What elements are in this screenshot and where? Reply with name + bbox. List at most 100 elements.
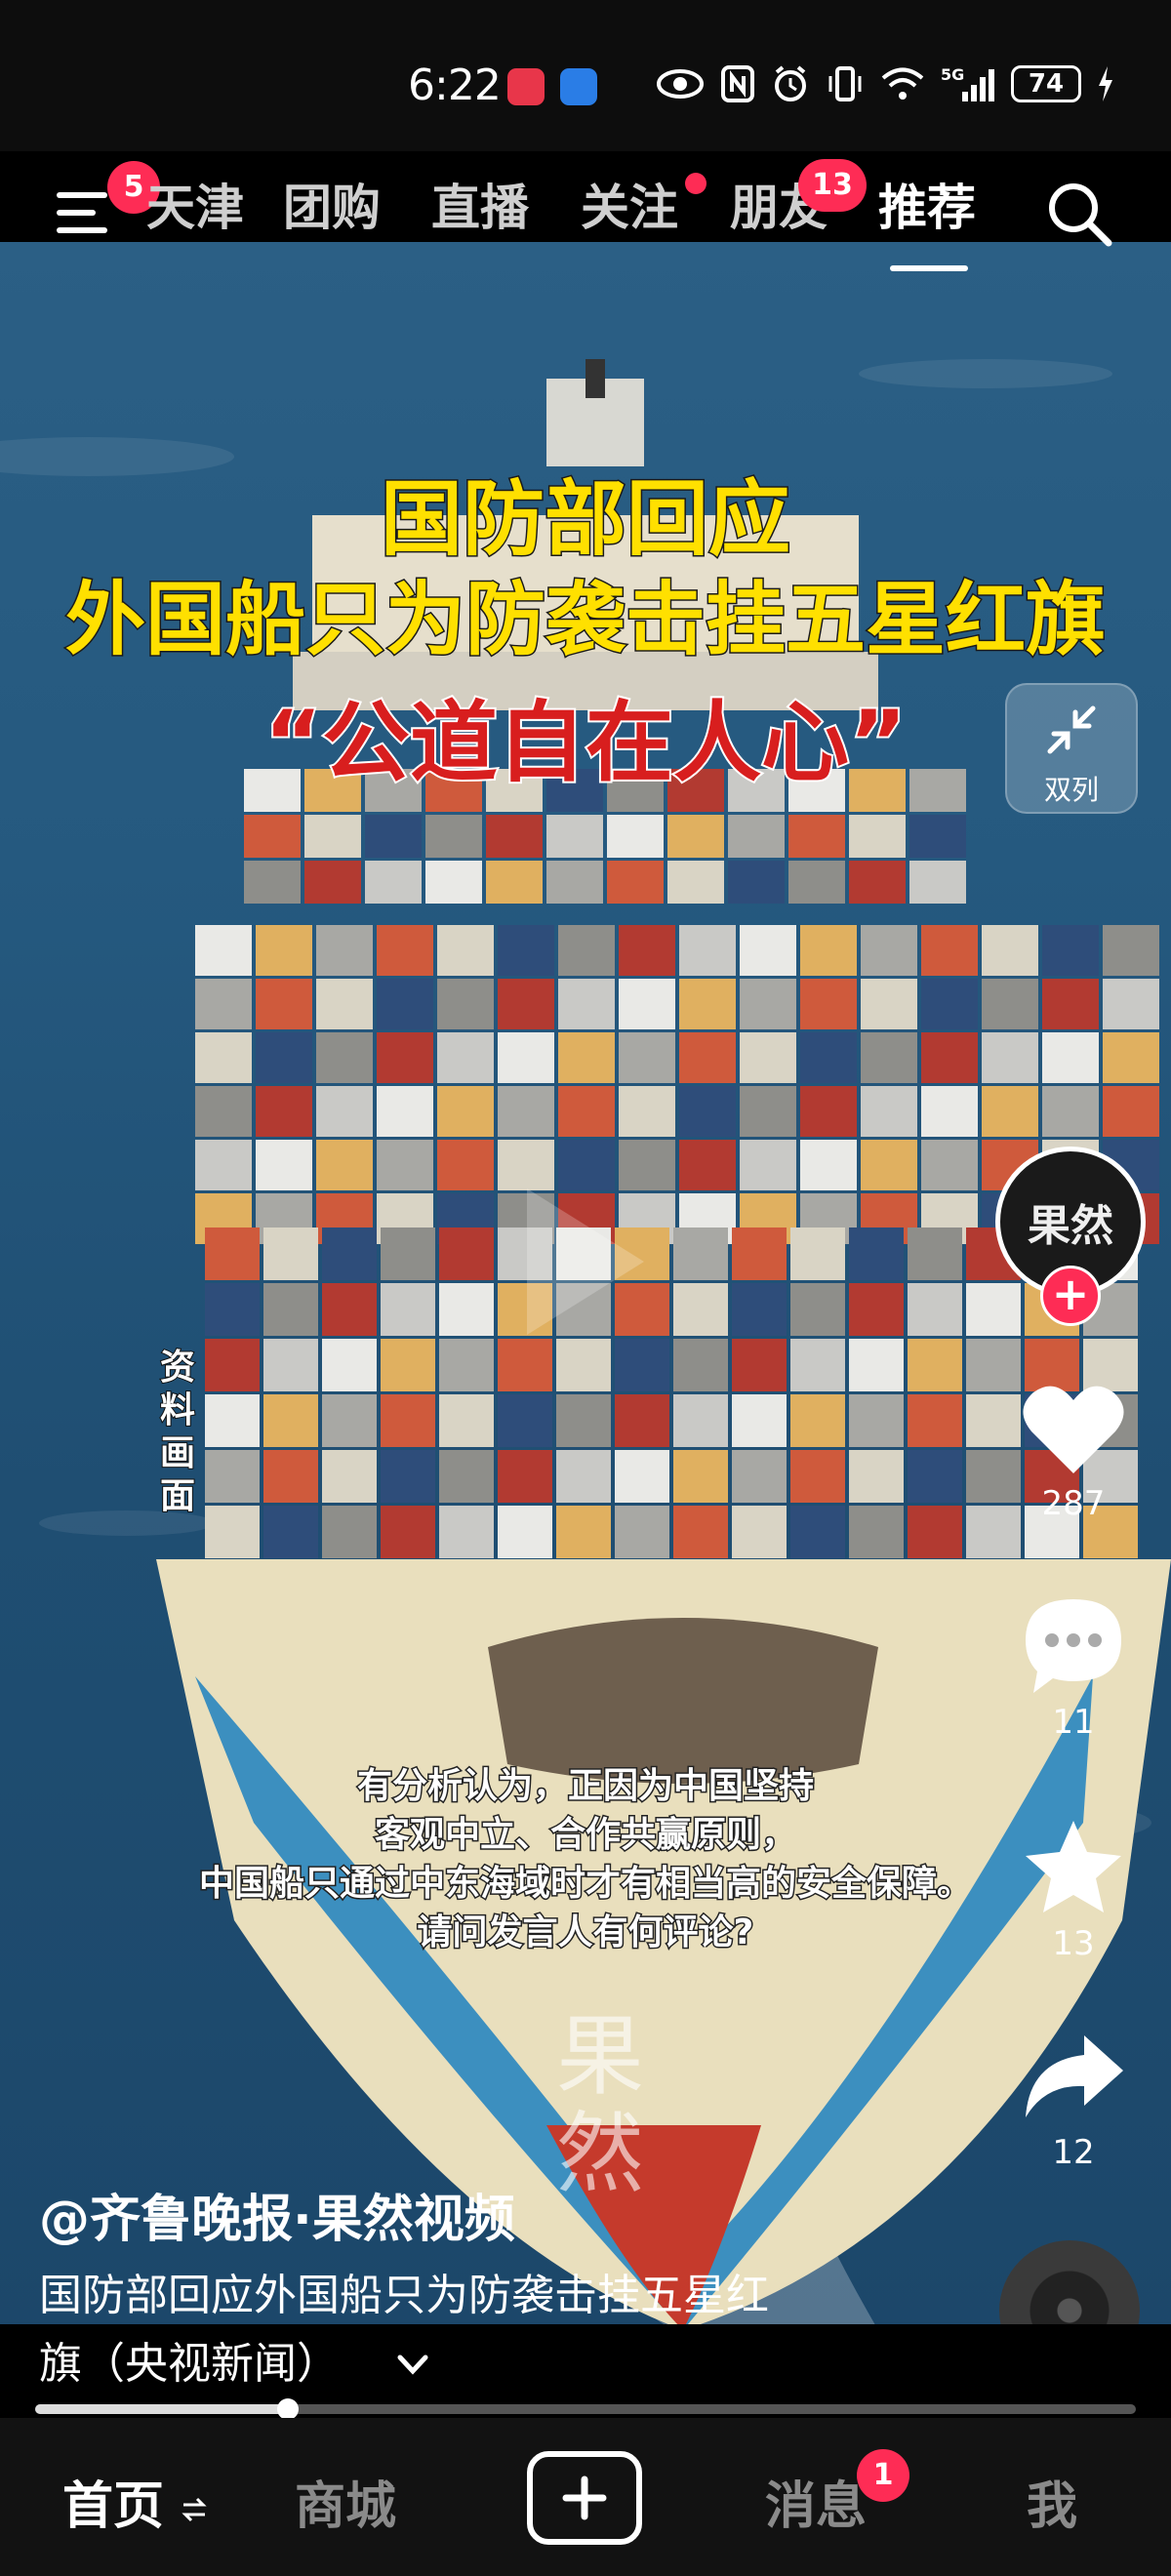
dual-column-button[interactable]: 双列 <box>1005 683 1138 814</box>
shipping-container <box>498 1032 554 1083</box>
shipping-container <box>437 1086 494 1137</box>
shipping-container <box>316 1140 373 1190</box>
comment-button[interactable]: 11 <box>1015 1595 1132 1742</box>
shipping-container <box>381 1339 435 1391</box>
shipping-container <box>966 1283 1021 1336</box>
tab-tianjin[interactable]: 天津 <box>146 169 244 239</box>
tab-group-buy[interactable]: 团购 <box>283 169 381 239</box>
video-description[interactable]: 国防部回应外国船只为防袭击挂五星红 旗（央视新闻） <box>39 2262 917 2398</box>
shipping-container <box>263 1283 318 1336</box>
shipping-container <box>982 925 1038 976</box>
shipping-container <box>673 1283 728 1336</box>
shipping-container <box>498 1450 552 1503</box>
shipping-container <box>667 815 724 858</box>
shipping-container <box>316 925 373 976</box>
comment-count: 11 <box>1052 1703 1095 1742</box>
shipping-container <box>205 1394 260 1447</box>
shipping-container <box>437 1032 494 1083</box>
shipping-container <box>256 1140 312 1190</box>
play-icon[interactable] <box>507 1179 654 1345</box>
shipping-container <box>381 1283 435 1336</box>
tab-following[interactable]: 关注 <box>581 169 678 239</box>
shipping-container <box>486 861 543 904</box>
charging-icon <box>1097 64 1114 103</box>
shipping-container <box>908 1450 962 1503</box>
favorite-button[interactable]: 13 <box>1015 1817 1132 1963</box>
eye-icon <box>656 64 705 103</box>
shipping-container <box>365 861 422 904</box>
shipping-container <box>377 1140 433 1190</box>
watermark: 果然 <box>556 2005 644 2205</box>
video-title-line-2: 外国船只为防袭击挂五星红旗 <box>63 573 1107 668</box>
shipping-container <box>607 815 664 858</box>
like-button[interactable]: 287 <box>1015 1381 1132 1523</box>
shipping-container <box>921 979 978 1029</box>
shipping-container <box>861 1140 917 1190</box>
shipping-container <box>732 1394 787 1447</box>
collapse-arrows-icon <box>1047 705 1096 754</box>
nav-home[interactable]: 首页 <box>62 2465 207 2538</box>
shipping-container <box>498 1339 552 1391</box>
shipping-container <box>909 861 966 904</box>
search-icon[interactable] <box>1044 179 1114 249</box>
shipping-container <box>437 979 494 1029</box>
shipping-container <box>849 815 906 858</box>
shipping-container <box>439 1394 494 1447</box>
shipping-container <box>908 1228 962 1280</box>
tab-live[interactable]: 直播 <box>431 169 529 239</box>
following-dot <box>685 173 707 194</box>
video-progress-bar[interactable] <box>35 2398 1136 2420</box>
shipping-container <box>849 1339 904 1391</box>
shipping-container <box>263 1506 318 1558</box>
shipping-container <box>439 1506 494 1558</box>
nav-me[interactable]: 我 <box>1027 2465 1077 2538</box>
shipping-container <box>615 1339 669 1391</box>
shipping-container <box>667 861 724 904</box>
shipping-container <box>256 1032 312 1083</box>
shipping-container <box>256 1086 312 1137</box>
shipping-container <box>322 1506 377 1558</box>
description-line: 国防部回应外国船只为防袭击挂五星红 <box>39 2271 769 2320</box>
shipping-container <box>921 1086 978 1137</box>
shipping-container <box>558 1086 615 1137</box>
shipping-container <box>908 1283 962 1336</box>
shipping-container <box>195 925 252 976</box>
avatar-text: 果然 <box>1028 1201 1113 1251</box>
shipping-container <box>377 1032 433 1083</box>
nav-messages[interactable]: 消息 <box>765 2465 867 2538</box>
caption-line: 有分析认为，正因为中国坚持 <box>355 1765 815 1808</box>
tab-recommend[interactable]: 推荐 <box>878 169 976 239</box>
shipping-container <box>256 979 312 1029</box>
shipping-container <box>966 1394 1021 1447</box>
shipping-container <box>556 1394 611 1447</box>
caption-line: 请问发言人有何评论? <box>416 1912 755 1954</box>
shipping-container <box>673 1339 728 1391</box>
author-name[interactable]: @齐鲁晚报·果然视频 <box>39 2178 515 2251</box>
menu-icon[interactable] <box>57 190 113 235</box>
shipping-container <box>322 1339 377 1391</box>
nav-mall[interactable]: 商城 <box>295 2465 396 2538</box>
shipping-container <box>615 1394 669 1447</box>
shipping-container <box>982 979 1038 1029</box>
shipping-container <box>195 979 252 1029</box>
shipping-container <box>607 861 664 904</box>
shipping-container <box>790 1228 845 1280</box>
shipping-container <box>1103 1086 1159 1137</box>
5g-signal-icon: 5G <box>941 64 995 103</box>
shipping-container <box>732 1450 787 1503</box>
shipping-container <box>546 861 603 904</box>
chevron-down-icon[interactable] <box>396 2354 429 2377</box>
follow-button[interactable]: + <box>1040 1266 1101 1326</box>
shipping-container <box>619 1086 675 1137</box>
shipping-container <box>256 925 312 976</box>
shipping-container <box>921 1032 978 1083</box>
shipping-container <box>498 925 554 976</box>
share-button[interactable]: 12 <box>1015 2030 1132 2172</box>
shipping-container <box>740 1032 796 1083</box>
shipping-container <box>679 1032 736 1083</box>
active-tab-indicator <box>890 265 968 271</box>
shipping-container <box>849 1394 904 1447</box>
create-post-button[interactable] <box>527 2451 642 2545</box>
shipping-container <box>244 861 301 904</box>
shipping-container <box>732 1506 787 1558</box>
